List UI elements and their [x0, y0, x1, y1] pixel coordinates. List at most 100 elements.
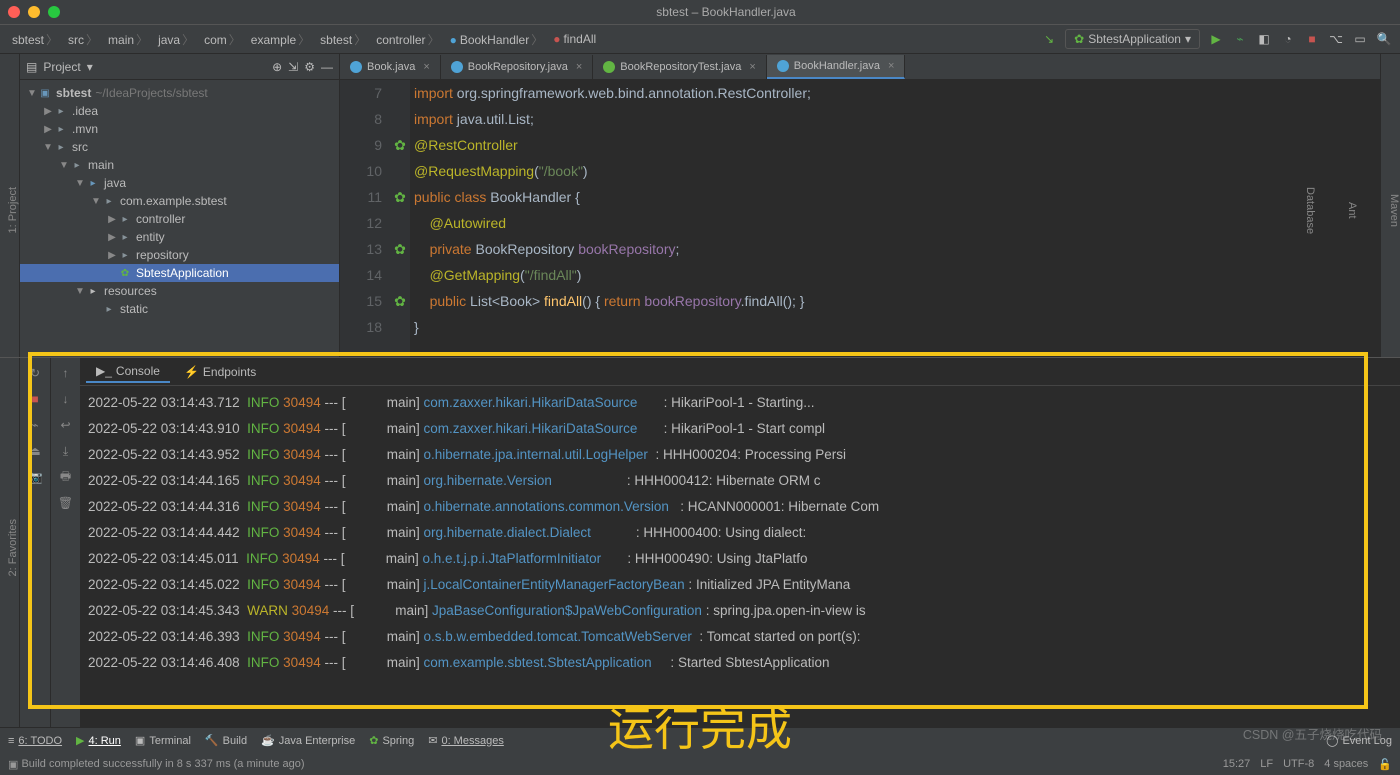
tree-row[interactable]: ▼▸java: [20, 174, 339, 192]
spring-leaf-icon[interactable]: ✿: [394, 241, 406, 258]
breadcrumb[interactable]: example: [247, 29, 316, 50]
terminal-tool-button[interactable]: ▣ Terminal: [135, 734, 191, 747]
breadcrumb[interactable]: main: [104, 29, 154, 50]
close-icon[interactable]: ×: [423, 61, 429, 73]
spring-leaf-icon[interactable]: ✿: [394, 137, 406, 154]
clear-icon[interactable]: 🗑: [57, 494, 75, 512]
project-tool-button[interactable]: 1: Project: [7, 187, 19, 233]
soft-wrap-icon[interactable]: ↩: [57, 416, 75, 434]
todo-tool-button[interactable]: ≡ 6: TODO: [8, 735, 62, 747]
tree-row[interactable]: ✿SbtestApplication: [20, 264, 339, 282]
code-text[interactable]: import org.springframework.web.bind.anno…: [410, 80, 1380, 357]
window-controls: [8, 6, 60, 18]
chevron-down-icon[interactable]: ▾: [87, 60, 93, 74]
console-tab[interactable]: ▶_ Console: [86, 361, 170, 383]
coverage-icon[interactable]: ◧: [1256, 31, 1272, 47]
spring-tool-button[interactable]: ✿ Spring: [369, 734, 414, 747]
breadcrumb[interactable]: sbtest: [316, 29, 372, 50]
up-icon[interactable]: ↑: [57, 364, 75, 382]
breadcrumb[interactable]: com: [200, 29, 247, 50]
class-icon: [451, 61, 463, 73]
gear-icon[interactable]: ⚙: [304, 60, 315, 74]
tree-row[interactable]: ▶▸.mvn: [20, 120, 339, 138]
select-opened-icon[interactable]: ⊕: [272, 60, 282, 74]
scroll-end-icon[interactable]: ⤓: [57, 442, 75, 460]
tree-root[interactable]: ▼▣ sbtest ~/IdeaProjects/sbtest: [20, 84, 339, 102]
spring-leaf-icon[interactable]: ✿: [394, 189, 406, 206]
spring-leaf-icon[interactable]: ✿: [394, 293, 406, 310]
stop-icon[interactable]: ■: [26, 390, 44, 408]
run-config-select[interactable]: ✿ SbtestApplication ▾: [1065, 29, 1200, 49]
lock-icon[interactable]: 🔓: [1378, 758, 1392, 771]
tree-row[interactable]: ▼▸resources: [20, 282, 339, 300]
exit-icon[interactable]: ⏏: [26, 442, 44, 460]
breadcrumb-class[interactable]: BookHandler: [446, 29, 550, 50]
minimize-window-icon[interactable]: [28, 6, 40, 18]
tree-row[interactable]: ▼▸main: [20, 156, 339, 174]
project-title[interactable]: Project: [43, 60, 80, 74]
ant-tool-button[interactable]: Ant: [1346, 202, 1358, 219]
build-icon[interactable]: ↘: [1041, 31, 1057, 47]
tree-row[interactable]: ▶▸entity: [20, 228, 339, 246]
print-icon[interactable]: 🖶: [57, 468, 75, 486]
project-tree[interactable]: ▼▣ sbtest ~/IdeaProjects/sbtest ▶▸.idea▶…: [20, 80, 339, 357]
status-indent[interactable]: 4 spaces: [1324, 758, 1368, 771]
status-encoding[interactable]: UTF-8: [1283, 758, 1314, 771]
run-panel: 2: Favorites Persistence Web ↻ ■ ⌁ ⏏ 📷 ↑…: [0, 357, 1400, 727]
run-toolbar: ↻ ■ ⌁ ⏏ 📷: [20, 358, 50, 727]
debug-icon[interactable]: ⌁: [1232, 31, 1248, 47]
status-message: Build completed successfully in 8 s 337 …: [21, 758, 304, 770]
camera-icon[interactable]: 📷: [26, 468, 44, 486]
search-icon[interactable]: 🔍: [1376, 31, 1392, 47]
status-line-sep[interactable]: LF: [1260, 758, 1273, 771]
close-window-icon[interactable]: [8, 6, 20, 18]
tree-root-path: ~/IdeaProjects/sbtest: [95, 86, 207, 100]
messages-tool-button[interactable]: ✉ 0: Messages: [428, 734, 504, 747]
maven-tool-button[interactable]: Maven: [1388, 194, 1400, 227]
tree-row[interactable]: ▼▸src: [20, 138, 339, 156]
profile-icon[interactable]: ◔: [1280, 31, 1296, 47]
favorites-tool-button[interactable]: 2: Favorites: [7, 519, 19, 576]
close-icon[interactable]: ×: [888, 60, 894, 72]
vcs-icon[interactable]: ⌥: [1328, 31, 1344, 47]
layout-icon[interactable]: ▭: [1352, 31, 1368, 47]
attach-debugger-icon[interactable]: ⌁: [26, 416, 44, 434]
code-area[interactable]: 78910111213141518 ✿✿✿✿ import org.spring…: [340, 80, 1380, 357]
close-icon[interactable]: ×: [749, 61, 755, 73]
tree-row[interactable]: ▶▸controller: [20, 210, 339, 228]
rerun-icon[interactable]: ↻: [26, 364, 44, 382]
breadcrumb[interactable]: src: [64, 29, 104, 50]
build-tool-button[interactable]: 🔨 Build: [205, 734, 247, 747]
collapse-icon[interactable]: ⇲: [288, 60, 298, 74]
breadcrumb[interactable]: java: [154, 29, 200, 50]
breadcrumb[interactable]: sbtest: [8, 29, 64, 50]
stop-icon[interactable]: ■: [1304, 31, 1320, 47]
right-tool-stripe: Maven Ant Database: [1380, 54, 1400, 357]
jee-tool-button[interactable]: ☕ Java Enterprise: [261, 734, 355, 747]
editor-tab[interactable]: BookHandler.java×: [767, 55, 906, 79]
status-left-icon[interactable]: ▣: [8, 758, 18, 771]
tree-row[interactable]: ▶▸repository: [20, 246, 339, 264]
left-tool-stripe: 1: Project 7: Structure: [0, 54, 20, 357]
tree-row[interactable]: ▸static: [20, 300, 339, 318]
down-icon[interactable]: ↓: [57, 390, 75, 408]
chevron-down-icon: ▾: [1185, 32, 1191, 46]
hide-icon[interactable]: —: [321, 60, 333, 74]
project-icon: ▤: [26, 60, 37, 74]
database-tool-button[interactable]: Database: [1304, 187, 1316, 234]
console-output[interactable]: 2022-05-22 03:14:43.712 INFO 30494 --- […: [80, 386, 1400, 727]
icon-gutter: ✿ ✿ ✿ ✿: [390, 80, 410, 357]
run-tool-button[interactable]: ▶ 4: Run: [76, 734, 121, 747]
editor-tab[interactable]: Book.java×: [340, 55, 441, 79]
maximize-window-icon[interactable]: [48, 6, 60, 18]
close-icon[interactable]: ×: [576, 61, 582, 73]
breadcrumb-method[interactable]: findAll: [549, 30, 600, 48]
editor-tab[interactable]: BookRepository.java×: [441, 55, 594, 79]
endpoints-tab[interactable]: ⚡ Endpoints: [174, 362, 266, 382]
tree-row[interactable]: ▼▸com.example.sbtest: [20, 192, 339, 210]
watermark: CSDN @五子烧烧吃代码: [1243, 724, 1382, 743]
run-icon[interactable]: ▶: [1208, 31, 1224, 47]
tree-row[interactable]: ▶▸.idea: [20, 102, 339, 120]
editor-tab[interactable]: BookRepositoryTest.java×: [593, 55, 767, 79]
breadcrumb[interactable]: controller: [372, 29, 445, 50]
